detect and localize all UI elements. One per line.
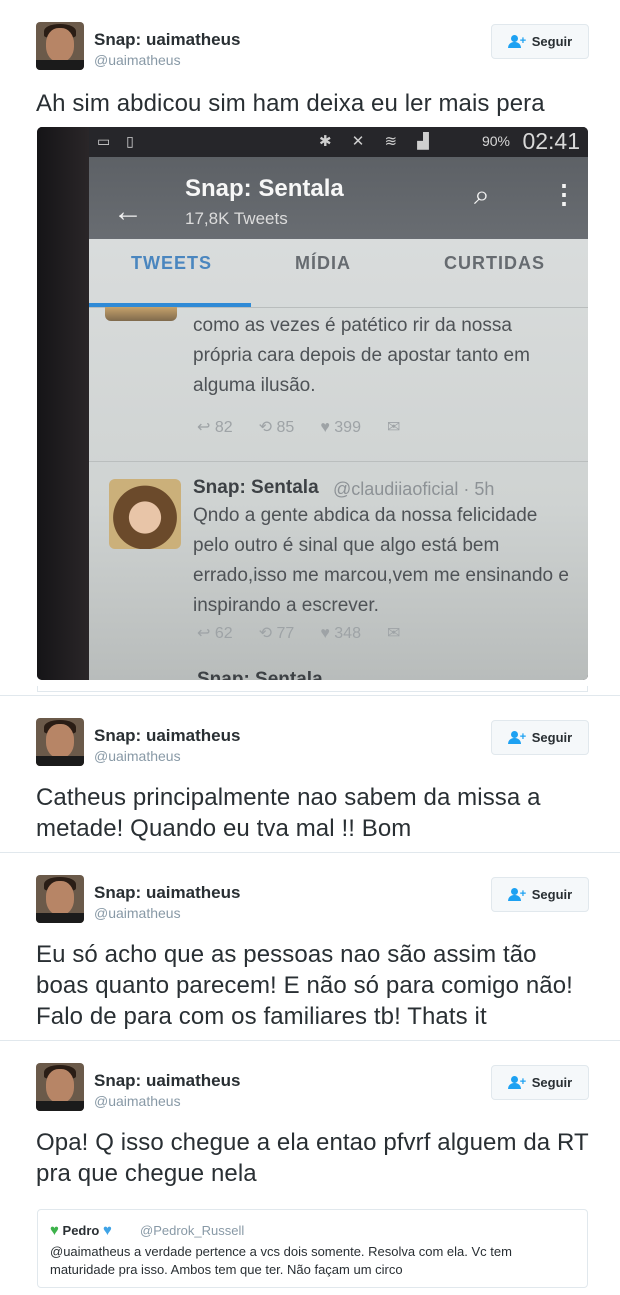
embedded-tweet-handle: @claudiiaoficial · 5h xyxy=(333,479,495,499)
avatar[interactable] xyxy=(36,875,84,923)
tweet-text: Opa! Q isso chegue a ela entao pfvrf alg… xyxy=(36,1129,589,1187)
profile-name: Snap: Sentala xyxy=(185,175,344,202)
tweet-text: Eu só acho que as pessoas nao são assim … xyxy=(36,941,573,1030)
tab-midia: MÍDIA xyxy=(295,253,351,273)
add-user-icon: + xyxy=(507,887,526,902)
tweet-text: Ah sim abdicou sim ham deixa eu ler mais… xyxy=(36,90,545,117)
embedded-tweet-text: como as vezes é patético rir da nossa pr… xyxy=(193,315,530,396)
embedded-tweet-actions: ↩ 62 ⟲ 77 ♥ 348 ✉ xyxy=(197,625,401,642)
avatar[interactable] xyxy=(36,718,84,766)
tweet-1: Snap: uaimatheus @uaimatheus + Seguir Ah… xyxy=(0,0,620,695)
embedded-tweet-name: Snap: Sentala xyxy=(193,477,319,498)
media-border xyxy=(37,686,588,692)
quoted-author-name: Pedro xyxy=(62,1223,100,1238)
handle[interactable]: @uaimatheus xyxy=(94,905,181,921)
tweet-2: Snap: uaimatheus @uaimatheus + Seguir Ca… xyxy=(0,696,620,852)
add-user-icon: + xyxy=(507,1075,526,1090)
display-name[interactable]: Snap: uaimatheus xyxy=(94,30,240,50)
handle[interactable]: @uaimatheus xyxy=(94,1093,181,1109)
embedded-tweet-actions: ↩ 82 ⟲ 85 ♥ 399 ✉ xyxy=(197,419,401,436)
more-icon: ⋮ xyxy=(551,179,577,209)
back-arrow-icon: ← xyxy=(113,195,143,228)
blue-heart-icon: ♥ xyxy=(103,1222,112,1239)
tweet-media-image[interactable]: ▭ ▯ ✱ ✕ ≋ ▟ 90% 02:41 ← Snap: Sentala 17… xyxy=(37,127,588,680)
quoted-tweet[interactable]: ♥ Pedro ♥ @Pedrok_Russell @uaimatheus a … xyxy=(37,1209,588,1288)
embedded-tweet-text: Qndo a gente abdica da nossa felicidade … xyxy=(193,505,569,616)
handle[interactable]: @uaimatheus xyxy=(94,52,181,68)
battery-label: 90% xyxy=(481,133,510,149)
profile-tweet-count: 17,8K Tweets xyxy=(185,209,288,228)
notification-icons: ▭ ▯ xyxy=(97,133,140,149)
follow-button[interactable]: + Seguir xyxy=(491,1065,589,1100)
green-heart-icon: ♥ xyxy=(50,1222,59,1239)
quoted-text: @uaimatheus a verdade pertence a vcs doi… xyxy=(50,1244,512,1277)
embedded-tweet-name: Snap: Sentala xyxy=(197,669,323,680)
add-user-icon: + xyxy=(507,730,526,745)
avatar[interactable] xyxy=(36,22,84,70)
display-name[interactable]: Snap: uaimatheus xyxy=(94,726,240,746)
tweet-text: Catheus principalmente nao sabem da miss… xyxy=(36,784,541,842)
follow-label: Seguir xyxy=(531,1075,573,1090)
quoted-handle[interactable]: @Pedrok_Russell xyxy=(140,1223,244,1238)
display-name[interactable]: Snap: uaimatheus xyxy=(94,1071,240,1091)
follow-label: Seguir xyxy=(531,34,573,49)
search-icon: ⌕ xyxy=(474,179,490,210)
add-user-icon: + xyxy=(507,34,526,49)
tab-tweets: TWEETS xyxy=(131,253,212,273)
follow-label: Seguir xyxy=(531,730,573,745)
handle[interactable]: @uaimatheus xyxy=(94,748,181,764)
follow-button[interactable]: + Seguir xyxy=(491,877,589,912)
avatar[interactable] xyxy=(36,1063,84,1111)
status-icons: ✱ ✕ ≋ ▟ xyxy=(319,133,437,150)
quoted-author[interactable]: ♥ Pedro ♥ xyxy=(50,1222,112,1239)
tab-curtidas: CURTIDAS xyxy=(444,253,545,273)
follow-button[interactable]: + Seguir xyxy=(491,720,589,755)
tweet-3: Snap: uaimatheus @uaimatheus + Seguir Eu… xyxy=(0,853,620,1040)
follow-label: Seguir xyxy=(531,887,573,902)
follow-button[interactable]: + Seguir xyxy=(491,24,589,59)
status-time: 02:41 xyxy=(522,128,580,154)
display-name[interactable]: Snap: uaimatheus xyxy=(94,883,240,903)
